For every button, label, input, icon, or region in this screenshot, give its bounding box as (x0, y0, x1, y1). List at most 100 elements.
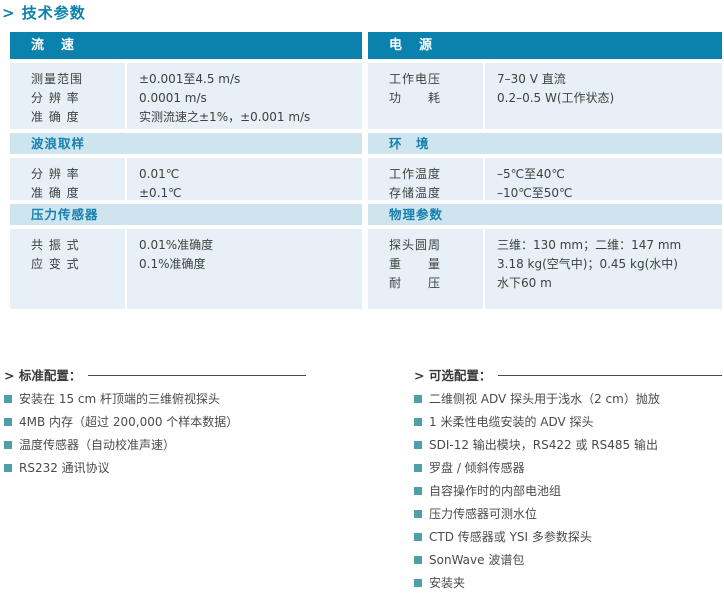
list-item-label: 压力传感器可测水位 (429, 507, 538, 521)
spec-table-right-column: 电 源 工作电压 7–30 V 直流 功 耗 0.2–0.5 W(工作状态) 环… (368, 32, 722, 309)
section-header-power: 电 源 (368, 32, 722, 59)
spec-value: 实测流速之±1%，±0.001 m/s (139, 110, 311, 124)
list-item-label: 安装夹 (429, 576, 466, 590)
spec-label: 耐 压 (389, 276, 442, 290)
list-item: SonWave 波谱包 (414, 553, 722, 567)
spec-label: 测量范围 (31, 72, 84, 86)
spec-table: 流 速 测量范围 ±0.001至4.5 m/s 分 辨 率 0.0001 m/s… (10, 32, 722, 309)
square-bullet-icon (414, 555, 422, 564)
list-item: 压力传感器可测水位 (414, 507, 722, 521)
optional-config-list: > 可选配置： 二维侧视 ADV 探头用于浅水（2 cm）抛放 1 米柔性电缆安… (414, 366, 722, 590)
list-item-label: CTD 传感器或 YSI 多参数探头 (429, 530, 592, 544)
spec-value: –5℃至40℃ (497, 167, 565, 181)
spec-value: 7–30 V 直流 (497, 72, 566, 86)
square-bullet-icon (4, 440, 12, 449)
list-item: 罗盘 / 倾斜传感器 (414, 461, 722, 475)
spec-row: 准 确 度 ±0.1℃ (10, 184, 362, 203)
list-item: 自容操作时的内部电池组 (414, 484, 722, 498)
spec-row: 分 辨 率 0.0001 m/s (10, 89, 362, 108)
list-item: 4MB 内存（超过 200,000 个样本数据） (4, 415, 306, 429)
spec-sheet-page: > 技术参数 流 速 测量范围 ±0.001至4.5 m/s 分 辨 率 0.0… (0, 0, 724, 603)
section-header-flow-velocity: 流 速 (10, 32, 362, 59)
standard-config-title: > 标准配置： (4, 367, 82, 383)
spec-value: 三维：130 mm；二维：147 mm (497, 238, 682, 252)
spec-value: 0.01%准确度 (139, 238, 214, 252)
section-body-flow-velocity: 测量范围 ±0.001至4.5 m/s 分 辨 率 0.0001 m/s 准 确… (10, 63, 362, 129)
standard-config-title-row: > 标准配置： (4, 366, 306, 383)
list-item-label: 罗盘 / 倾斜传感器 (429, 461, 525, 475)
square-bullet-icon (414, 440, 422, 449)
spec-label: 功 耗 (389, 91, 442, 105)
spec-label: 存储温度 (389, 186, 442, 200)
spec-label: 工作温度 (389, 167, 442, 181)
section-body-physical-params: 探头圆周 三维：130 mm；二维：147 mm 重 量 3.18 kg(空气中… (368, 229, 722, 309)
spec-value: ±0.001至4.5 m/s (139, 72, 241, 86)
square-bullet-icon (414, 509, 422, 518)
spec-row: 存储温度 –10℃至50℃ (368, 184, 722, 203)
list-item: CTD 传感器或 YSI 多参数探头 (414, 530, 722, 544)
section-header-wave-sampling: 波浪取样 (10, 133, 362, 154)
list-item-label: 温度传感器（自动校准声速） (19, 438, 176, 452)
list-item-label: 自容操作时的内部电池组 (429, 484, 562, 498)
section-header-pressure-sensor: 压力传感器 (10, 204, 362, 225)
spec-row: 共 振 式 0.01%准确度 (10, 236, 362, 255)
spec-row: 工作温度 –5℃至40℃ (368, 165, 722, 184)
square-bullet-icon (4, 394, 12, 403)
list-item-label: 安装在 15 cm 杆顶端的三维俯视探头 (19, 392, 221, 406)
section-body-wave-sampling: 分 辨 率 0.01℃ 准 确 度 ±0.1℃ (10, 158, 362, 200)
spec-value: 0.0001 m/s (139, 91, 207, 105)
spec-row: 工作电压 7–30 V 直流 (368, 70, 722, 89)
spec-label: 共 振 式 (31, 238, 80, 252)
optional-config-title: > 可选配置： (414, 367, 492, 383)
square-bullet-icon (414, 578, 422, 587)
spec-row: 功 耗 0.2–0.5 W(工作状态) (368, 89, 722, 108)
square-bullet-icon (414, 463, 422, 472)
spec-table-left-column: 流 速 测量范围 ±0.001至4.5 m/s 分 辨 率 0.0001 m/s… (10, 32, 362, 309)
spec-value: –10℃至50℃ (497, 186, 573, 200)
spec-label: 分 辨 率 (31, 91, 80, 105)
spec-value: 3.18 kg(空气中)；0.45 kg(水中) (497, 257, 678, 271)
list-item-label: 二维侧视 ADV 探头用于浅水（2 cm）抛放 (429, 392, 660, 406)
page-title: > 技术参数 (2, 4, 86, 22)
square-bullet-icon (414, 532, 422, 541)
list-item: 1 米柔性电缆安装的 ADV 探头 (414, 415, 722, 429)
section-body-environment: 工作温度 –5℃至40℃ 存储温度 –10℃至50℃ (368, 158, 722, 200)
list-item-label: RS232 通讯协议 (19, 461, 110, 475)
list-item: 安装夹 (414, 576, 722, 590)
spec-value: 0.1%准确度 (139, 257, 206, 271)
spec-row: 探头圆周 三维：130 mm；二维：147 mm (368, 236, 722, 255)
section-header-physical-params: 物理参数 (368, 204, 722, 225)
list-item: SDI-12 输出模块，RS422 或 RS485 输出 (414, 438, 722, 452)
spec-label: 工作电压 (389, 72, 442, 86)
list-item-label: SonWave 波谱包 (429, 553, 525, 567)
section-body-pressure-sensor: 共 振 式 0.01%准确度 应 变 式 0.1%准确度 (10, 229, 362, 309)
list-item: 安装在 15 cm 杆顶端的三维俯视探头 (4, 392, 306, 406)
title-rule-line (498, 374, 722, 376)
spec-row: 应 变 式 0.1%准确度 (10, 255, 362, 274)
list-item-label: SDI-12 输出模块，RS422 或 RS485 输出 (429, 438, 658, 452)
spec-value: 水下60 m (497, 276, 552, 290)
list-item: 温度传感器（自动校准声速） (4, 438, 306, 452)
section-header-environment: 环 境 (368, 133, 722, 154)
square-bullet-icon (4, 463, 12, 472)
spec-label: 重 量 (389, 257, 442, 271)
square-bullet-icon (414, 394, 422, 403)
spec-value: ±0.1℃ (139, 186, 182, 200)
square-bullet-icon (414, 486, 422, 495)
spec-value: 0.2–0.5 W(工作状态) (497, 91, 615, 105)
spec-label: 应 变 式 (31, 257, 80, 271)
square-bullet-icon (414, 417, 422, 426)
square-bullet-icon (4, 417, 12, 426)
spec-label: 准 确 度 (31, 186, 80, 200)
standard-config-list: > 标准配置： 安装在 15 cm 杆顶端的三维俯视探头 4MB 内存（超过 2… (4, 366, 306, 475)
optional-config-title-row: > 可选配置： (414, 366, 722, 383)
spec-row: 准 确 度 实测流速之±1%，±0.001 m/s (10, 108, 362, 127)
list-item: 二维侧视 ADV 探头用于浅水（2 cm）抛放 (414, 392, 722, 406)
section-body-power: 工作电压 7–30 V 直流 功 耗 0.2–0.5 W(工作状态) (368, 63, 722, 129)
spec-row: 耐 压 水下60 m (368, 274, 722, 293)
spec-label: 准 确 度 (31, 110, 80, 124)
spec-label: 探头圆周 (389, 238, 442, 252)
spec-value: 0.01℃ (139, 167, 180, 181)
list-item-label: 4MB 内存（超过 200,000 个样本数据） (19, 415, 239, 429)
spec-row: 重 量 3.18 kg(空气中)；0.45 kg(水中) (368, 255, 722, 274)
